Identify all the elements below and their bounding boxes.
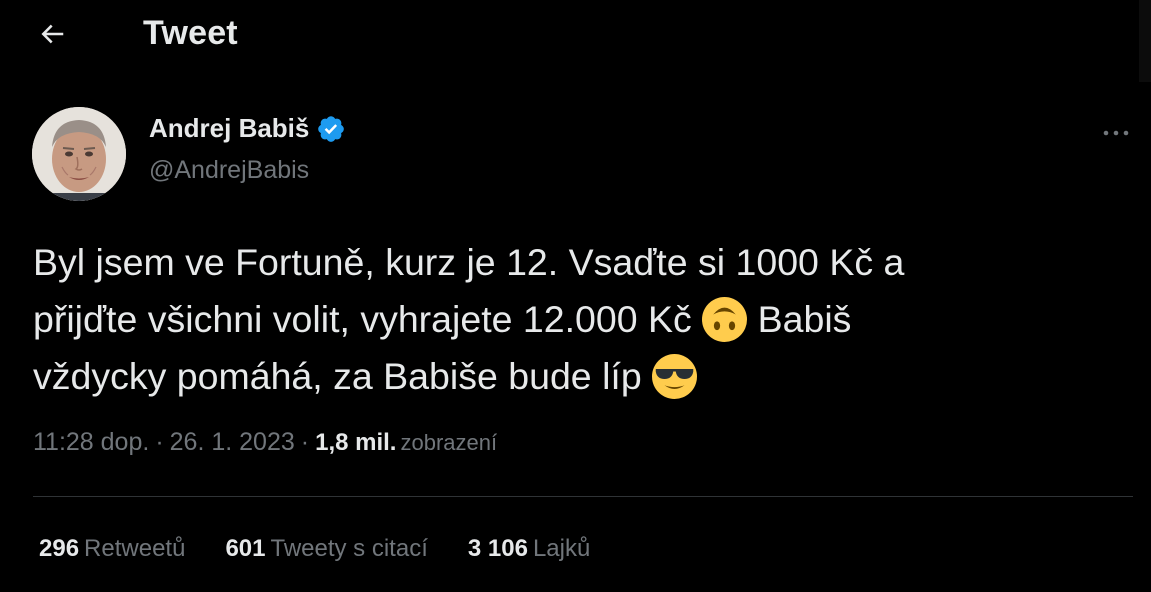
meta-separator-2: · [300,428,310,456]
top-bar: Tweet [0,0,1151,70]
upside-down-face-emoji-icon [702,297,748,342]
page-title: Tweet [143,14,238,52]
more-options-button[interactable] [1094,113,1138,153]
retweets-stat[interactable]: 296 Retweetů [39,535,185,563]
more-horizontal-icon [1103,130,1129,136]
author-name[interactable]: Andrej Babiš [149,113,346,144]
author-name-text: Andrej Babiš [149,113,310,143]
tweet-date[interactable]: 26. 1. 2023 [170,428,295,456]
views-count[interactable]: 1,8 mil. [315,429,396,456]
smiling-face-with-sunglasses-emoji-icon [652,354,698,399]
retweets-count: 296 [39,535,80,562]
avatar-portrait [32,107,126,201]
tweet-text: Byl jsem ve Fortuně, kurz je 12. Vsaďte … [33,234,1113,405]
arrow-left-icon [41,24,64,44]
back-button[interactable] [30,12,74,56]
retweets-label: Retweetů [84,535,186,562]
tweet-line-3-text: vždycky pomáhá, za Babiše bude líp [33,355,642,397]
likes-label: Lajků [532,535,591,562]
tweet-line-2-text: přijďte všichni volit, vyhrajete 12.000 … [33,298,692,340]
scrollbar-track[interactable] [1139,0,1151,82]
author-handle[interactable]: @AndrejBabis [149,156,309,185]
tweet-line-3: vždycky pomáhá, za Babiše bude líp [33,348,1113,405]
verified-badge-icon [318,115,345,142]
avatar[interactable] [32,107,126,201]
divider [33,496,1133,497]
likes-count: 3 106 [467,535,528,562]
tweet-stats: 296 Retweetů 601 Tweety s citací 3 106 Lajk… [39,535,630,563]
tweet-line-2: přijďte všichni volit, vyhrajete 12.000 … [33,291,1113,348]
quote-tweets-stat[interactable]: 601 Tweety s citací [225,535,427,563]
likes-stat[interactable]: 3 106 Lajků [468,535,590,563]
quote-tweets-count: 601 [225,535,266,562]
meta-separator: · [155,428,164,456]
tweet-line-2b-text: Babiš [757,298,852,340]
tweet-meta: 11:28 dop. · 26. 1. 2023 · 1,8 mil. zobrazení [33,428,497,457]
tweet-time[interactable]: 11:28 dop. [33,428,149,456]
tweet-line-1: Byl jsem ve Fortuně, kurz je 12. Vsaďte … [33,241,905,283]
quote-tweets-label: Tweety s citací [270,535,428,562]
views-label: zobrazení [400,430,498,455]
